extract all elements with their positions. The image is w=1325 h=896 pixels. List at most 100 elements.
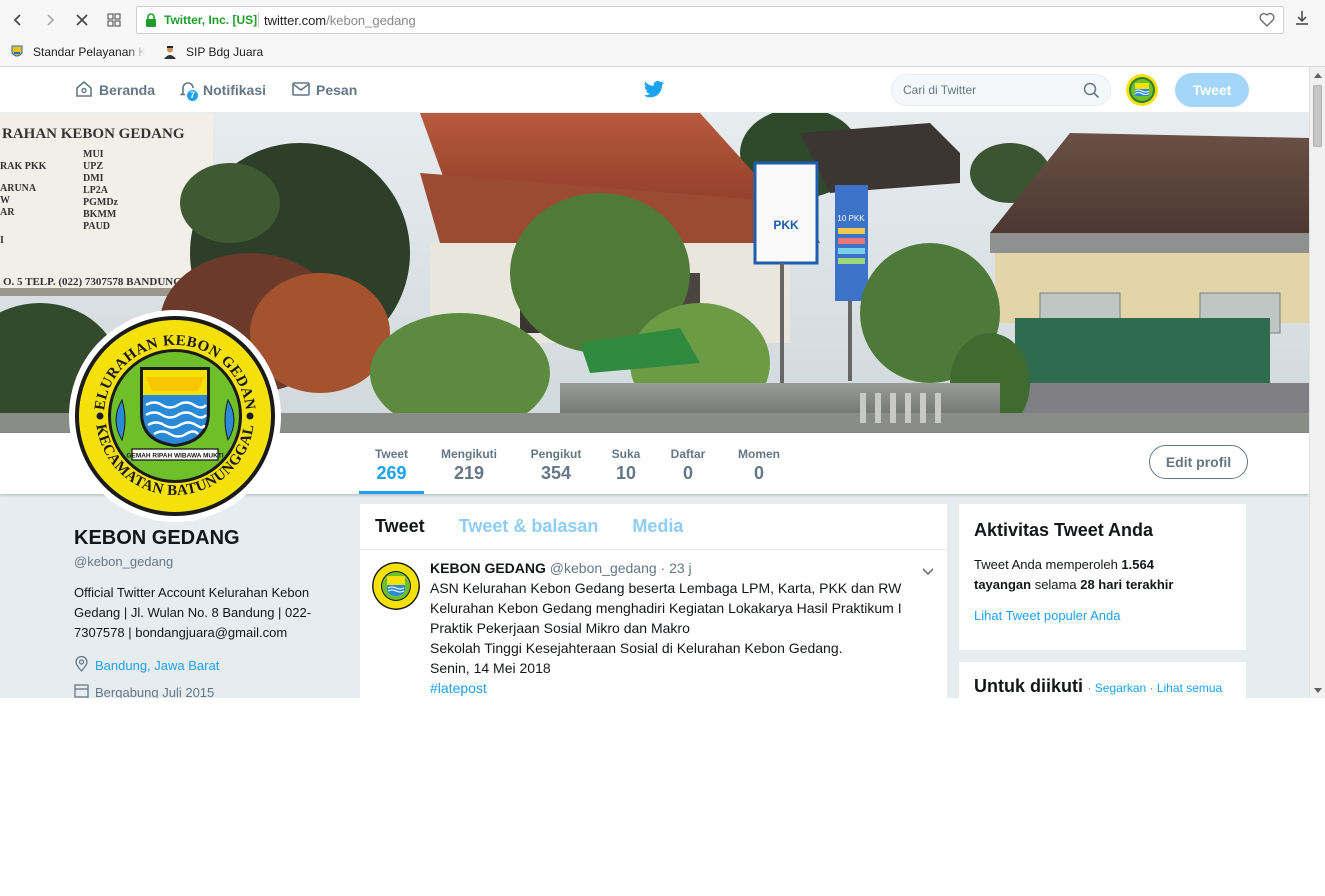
url-text[interactable]: twitter.com/kebon_gedang: [264, 13, 416, 28]
nav-notifications-label: Notifikasi: [203, 82, 267, 98]
sign-pkk-text: PKK: [773, 218, 799, 232]
profile-handle[interactable]: @kebon_gedang: [74, 554, 344, 569]
profile-name[interactable]: KEBON GEDANG: [74, 527, 344, 550]
timeline-tabs: Tweet Tweet & balasan Media: [360, 504, 947, 550]
board-left-item: W: [0, 195, 10, 206]
tweet-compose-button[interactable]: Tweet: [1175, 73, 1249, 107]
tweet-hashtag[interactable]: #latepost: [430, 678, 932, 698]
tweet-timestamp[interactable]: · 23 j: [661, 560, 692, 576]
bell-icon: 7: [178, 79, 203, 103]
profile-joined: Bergabung Juli 2015: [74, 683, 344, 698]
bookmark-standar-pelayanan[interactable]: Standar Pelayanan Ke: [10, 45, 145, 59]
stat-label: Pengikut: [530, 447, 582, 461]
scroll-down-icon[interactable]: [1314, 688, 1322, 693]
envelope-icon: [291, 79, 316, 102]
twitter-top-nav: Beranda 7 Notifikasi Pesan Cari di Twitt…: [0, 67, 1309, 113]
board-item: LP2A: [83, 185, 109, 196]
stat-label: Daftar: [670, 447, 706, 461]
twitter-bird-icon[interactable]: [643, 80, 665, 105]
tweet-text: ASN Kelurahan Kebon Gedang beserta Lemba…: [430, 580, 902, 676]
stat-value: 0: [682, 463, 693, 483]
follow-title: Untuk diikuti: [974, 676, 1083, 696]
search-icon[interactable]: [1083, 82, 1100, 104]
download-icon[interactable]: [1294, 10, 1310, 31]
scroll-up-icon[interactable]: [1314, 73, 1322, 78]
grid-icon[interactable]: [102, 8, 126, 32]
search-input[interactable]: [903, 83, 1073, 97]
board-item: UPZ: [83, 161, 103, 172]
edit-profile-button[interactable]: Edit profil: [1149, 445, 1248, 479]
stat-label: Mengikuti: [441, 447, 497, 461]
board-item: MUI: [83, 149, 104, 160]
address-separator: [258, 12, 259, 28]
who-to-follow-card: Untuk diikuti · Segarkan · Lihat semua: [959, 662, 1246, 698]
board-item: PGMDz: [83, 197, 119, 208]
bookmark-label: Standar Pelayanan Ke: [33, 45, 145, 59]
notification-badge: 7: [185, 87, 200, 103]
stat-followers[interactable]: Pengikut 354: [527, 433, 585, 494]
stat-value: 269: [376, 463, 407, 483]
stat-lists[interactable]: Daftar 0: [666, 433, 710, 494]
user-avatar[interactable]: [1126, 74, 1158, 106]
nav-home[interactable]: Beranda: [74, 67, 155, 113]
bandung-crest-icon: [10, 45, 24, 59]
stat-moments[interactable]: Momen 0: [734, 433, 784, 494]
timeline: Tweet Tweet & balasan Media KEBON GEDANG…: [360, 504, 947, 698]
board-item: DMI: [83, 173, 104, 184]
url-host: twitter.com: [264, 13, 327, 28]
board-item: PAUD: [83, 221, 110, 232]
board-item: BKMM: [83, 209, 117, 220]
url-path: /kebon_gedang: [326, 13, 416, 28]
home-icon: [74, 79, 99, 102]
nav-messages-label: Pesan: [316, 82, 358, 98]
profile-joined-text: Bergabung Juli 2015: [95, 684, 215, 699]
view-all-link[interactable]: Lihat semua: [1157, 681, 1222, 695]
board-footer: O. 5 TELP. (022) 7307578 BANDUNG: [3, 276, 182, 288]
person-icon: [163, 45, 177, 59]
activity-unit: tayangan: [974, 577, 1032, 592]
stat-value: 354: [540, 463, 572, 483]
refresh-link[interactable]: Segarkan: [1095, 681, 1146, 695]
profile-location[interactable]: Bandung, Jawa Barat: [74, 655, 344, 675]
tweet-item[interactable]: KEBON GEDANG @kebon_gedang · 23 j ASN Ke…: [360, 550, 947, 698]
bookmark-sip-bdg-juara[interactable]: SIP Bdg Juara: [163, 45, 263, 59]
stat-following[interactable]: Mengikuti 219: [437, 433, 501, 494]
tweet-avatar[interactable]: [372, 562, 420, 610]
chevron-down-icon[interactable]: [921, 564, 935, 582]
tab-tweets[interactable]: Tweet: [375, 516, 425, 537]
search-box[interactable]: [891, 74, 1111, 106]
stat-label: Tweet: [374, 447, 409, 461]
sign-10pkk-text: 10 PKK: [837, 214, 865, 223]
location-pin-icon: [74, 655, 95, 675]
stop-icon[interactable]: [70, 8, 94, 32]
tab-tweets-replies[interactable]: Tweet & balasan: [459, 516, 599, 537]
bookmarks-bar: Standar Pelayanan Ke SIP Bdg Juara: [0, 40, 271, 64]
scrollbar-thumb[interactable]: [1313, 85, 1322, 147]
stat-tweets[interactable]: Tweet 269: [359, 433, 424, 494]
logo-motto: GEMAH RIPAH WIBAWA MUKTI: [126, 453, 223, 460]
profile-avatar[interactable]: KELURAHAN KEBON GEDANG KECAMATAN BATUNUN…: [68, 303, 281, 522]
activity-summary: Tweet Anda memperoleh 1.564 tayangan sela…: [974, 555, 1231, 595]
ev-certificate-label[interactable]: Twitter, Inc. [US]: [164, 13, 257, 27]
tweet-author-name[interactable]: KEBON GEDANG: [430, 560, 546, 576]
stat-label: Suka: [611, 447, 641, 461]
browser-chrome: Twitter, Inc. [US] twitter.com/kebon_ged…: [0, 0, 1325, 67]
page-viewport: Beranda 7 Notifikasi Pesan Cari di Twitt…: [0, 67, 1309, 698]
stat-value: 0: [753, 463, 764, 483]
board-title: RAHAN KEBON GEDANG: [2, 126, 185, 142]
activity-impressions: 1.564: [1121, 557, 1154, 572]
bookmark-label: SIP Bdg Juara: [186, 45, 264, 59]
activity-title: Aktivitas Tweet Anda: [974, 520, 1154, 540]
stat-likes[interactable]: Suka 10: [607, 433, 645, 494]
board-left-item: I: [0, 235, 4, 246]
nav-messages[interactable]: Pesan: [291, 67, 357, 113]
back-icon[interactable]: [6, 8, 30, 32]
popular-tweets-link[interactable]: Lihat Tweet populer Anda: [974, 608, 1231, 623]
heart-icon[interactable]: [1259, 12, 1275, 32]
forward-icon[interactable]: [38, 8, 62, 32]
tab-media[interactable]: Media: [632, 516, 683, 537]
nav-notifications[interactable]: 7 Notifikasi: [178, 67, 266, 113]
address-bar[interactable]: Twitter, Inc. [US] twitter.com/kebon_ged…: [136, 6, 1284, 34]
tweet-author-handle[interactable]: @kebon_gedang: [550, 560, 657, 576]
page-scrollbar[interactable]: [1309, 67, 1325, 698]
